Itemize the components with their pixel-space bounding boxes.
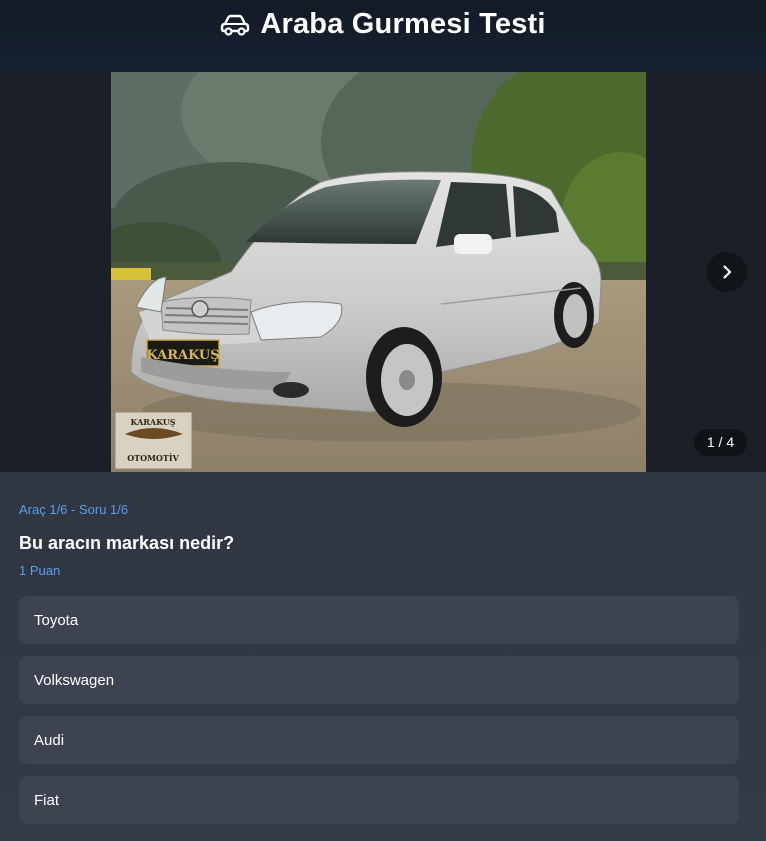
question-points: 1 Puan <box>19 563 61 578</box>
answer-option[interactable]: Volkswagen <box>19 656 739 704</box>
answer-option[interactable]: Fiat <box>19 776 739 824</box>
answer-options: Toyota Volkswagen Audi Fiat <box>19 596 739 836</box>
quiz-panel: Araç 1/6 - Soru 1/6 Bu aracın markası ne… <box>0 472 766 841</box>
image-counter: 1 / 4 <box>694 429 747 456</box>
answer-option[interactable]: Toyota <box>19 596 739 644</box>
question-text: Bu aracın markası nedir? <box>19 533 235 553</box>
car-photo: KARAKUŞ KARAKUŞ OTOMOTİV <box>111 72 646 472</box>
app-header: Araba Gurmesi Testi <box>0 0 766 72</box>
header-title-group: Araba Gurmesi Testi <box>220 6 545 42</box>
quiz-progress: Araç 1/6 - Soru 1/6 <box>19 502 129 517</box>
answer-option[interactable]: Audi <box>19 716 739 764</box>
watermark-top-text: KARAKUŞ <box>130 417 175 427</box>
car-photo-illustration: KARAKUŞ KARAKUŞ OTOMOTİV <box>111 72 646 472</box>
next-image-button[interactable] <box>707 252 747 292</box>
chevron-right-icon <box>723 265 732 279</box>
page-title: Araba Gurmesi Testi <box>260 8 546 40</box>
watermark-bottom-text: OTOMOTİV <box>127 453 179 463</box>
car-icon <box>221 14 250 36</box>
image-gallery: KARAKUŞ KARAKUŞ OTOMOTİV 1 / 4 <box>0 72 766 472</box>
